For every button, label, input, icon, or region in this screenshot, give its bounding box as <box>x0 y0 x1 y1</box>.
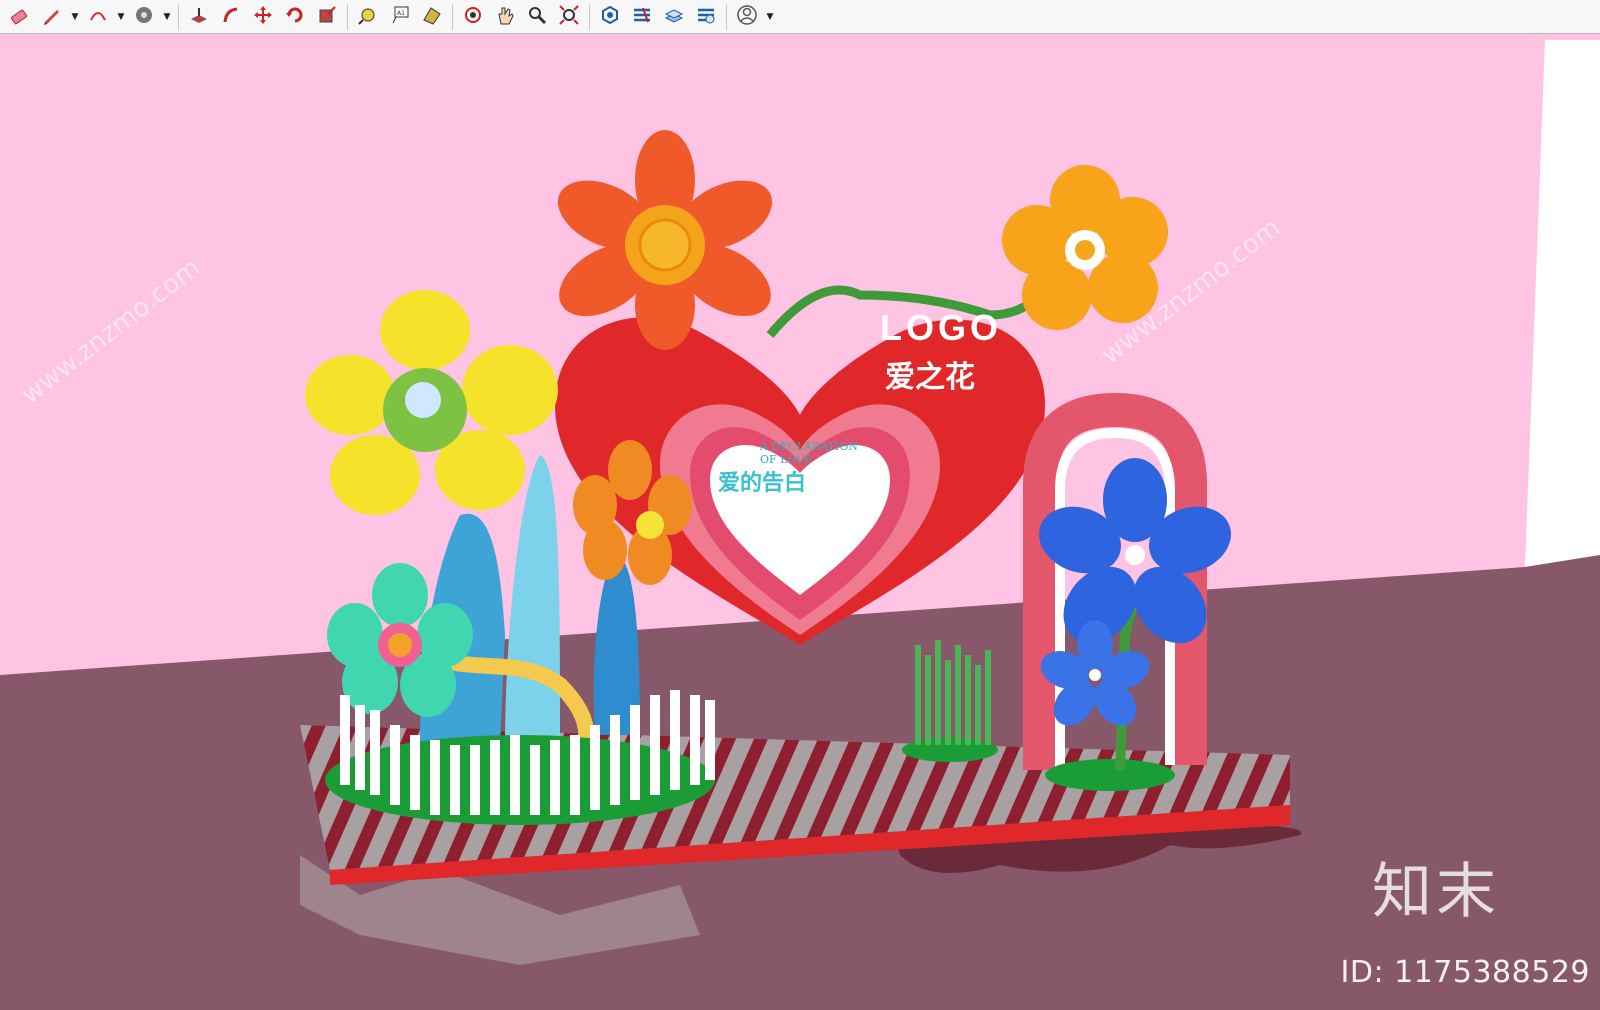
extension-manager-button[interactable] <box>692 3 720 31</box>
arc-tool-button[interactable] <box>84 3 112 31</box>
extension-warehouse-icon <box>631 4 653 30</box>
push-pull-icon <box>188 4 210 30</box>
user-account-button[interactable] <box>733 3 761 31</box>
tape-measure-icon <box>357 4 379 30</box>
title-cn: 爱之花 <box>885 360 975 395</box>
rotate-tool-icon <box>284 4 306 30</box>
eraser-tool-icon <box>9 4 31 30</box>
paint-bucket-icon <box>133 4 155 30</box>
zoom-tool-button[interactable] <box>523 3 551 31</box>
eraser-tool-button[interactable] <box>6 3 34 31</box>
dropdown-arrow-icon[interactable]: ▼ <box>70 3 80 31</box>
toolbar-separator <box>178 3 179 30</box>
watermark-brand: 知末 <box>1372 857 1500 927</box>
text-tool-icon: A1 <box>389 4 411 30</box>
watermark-id: ID: 1175388529 <box>1340 955 1590 990</box>
pencil-tool-button[interactable] <box>38 3 66 31</box>
layout-send-icon <box>663 4 685 30</box>
zoom-tool-icon <box>526 4 548 30</box>
love-cn: 爱的告白 <box>718 470 806 496</box>
pan-tool-icon <box>494 4 516 30</box>
extension-warehouse-button[interactable] <box>628 3 656 31</box>
zoom-extents-button[interactable] <box>555 3 583 31</box>
scale-tool-icon <box>316 4 338 30</box>
orbit-tool-icon <box>462 4 484 30</box>
follow-me-icon <box>220 4 242 30</box>
rotate-tool-button[interactable] <box>281 3 309 31</box>
dropdown-arrow-icon[interactable]: ▼ <box>116 3 126 31</box>
tape-measure-button[interactable] <box>354 3 382 31</box>
text-tool-button[interactable]: A1 <box>386 3 414 31</box>
warehouse-button[interactable] <box>596 3 624 31</box>
blue-flower-base <box>1045 759 1175 791</box>
push-pull-button[interactable] <box>185 3 213 31</box>
dropdown-arrow-icon[interactable]: ▼ <box>765 3 775 31</box>
zoom-extents-icon <box>558 4 580 30</box>
love-en-2: OF LOVE <box>760 453 812 466</box>
toolbar-separator <box>726 3 727 30</box>
dropdown-arrow-icon[interactable]: ▼ <box>162 3 172 31</box>
pencil-tool-icon <box>41 4 63 30</box>
layout-send-button[interactable] <box>660 3 688 31</box>
orbit-tool-button[interactable] <box>459 3 487 31</box>
love-en-1: A DECLARATION <box>759 440 858 453</box>
toolbar-separator <box>589 3 590 30</box>
extension-manager-icon <box>695 4 717 30</box>
paint-bucket-button[interactable] <box>130 3 158 31</box>
model-viewport[interactable]: LOGO 爱之花 A DECLARATION OF LOVE 爱的告白 www.… <box>0 35 1600 1010</box>
sketchup-toolbar: ▼ ▼ ▼ A1 ▼ <box>0 0 1600 34</box>
move-tool-button[interactable] <box>249 3 277 31</box>
warehouse-icon <box>599 4 621 30</box>
move-tool-icon <box>252 4 274 30</box>
3d-scene: LOGO 爱之花 A DECLARATION OF LOVE 爱的告白 www.… <box>0 35 1600 1010</box>
section-plane-icon <box>421 4 443 30</box>
arc-tool-icon <box>87 4 109 30</box>
user-account-icon <box>736 4 758 30</box>
section-plane-button[interactable] <box>418 3 446 31</box>
svg-text:A1: A1 <box>397 10 405 17</box>
toolbar-separator <box>452 3 453 30</box>
pan-tool-button[interactable] <box>491 3 519 31</box>
scale-tool-button[interactable] <box>313 3 341 31</box>
logo-text: LOGO <box>880 307 1002 348</box>
toolbar-separator <box>347 3 348 30</box>
follow-me-button[interactable] <box>217 3 245 31</box>
